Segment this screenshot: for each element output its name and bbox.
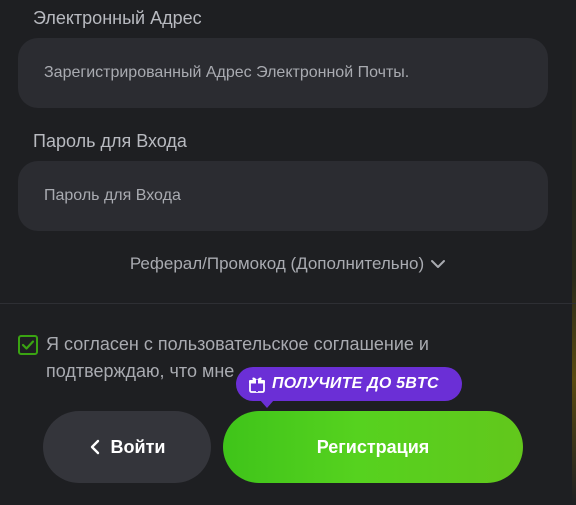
login-button[interactable]: Войти <box>43 411 211 483</box>
gift-icon <box>249 377 265 393</box>
referral-label: Реферал/Промокод (Дополнительно) <box>129 254 425 273</box>
email-field-container[interactable] <box>18 38 548 108</box>
promo-text: ПОЛУЧИТЕ ДО 5BTC <box>272 375 439 392</box>
password-label: Пароль для Входа <box>33 131 187 151</box>
referral-promo-toggle[interactable]: Реферал/Промокод (Дополнительно) <box>0 254 576 274</box>
login-button-label: Войти <box>110 436 166 457</box>
register-button-label: Регистрация <box>316 436 430 457</box>
register-button[interactable]: Регистрация <box>223 411 523 483</box>
check-icon <box>21 340 35 350</box>
chevron-down-icon <box>431 260 446 268</box>
chevron-left-icon <box>90 439 99 455</box>
promo-badge[interactable]: ПОЛУЧИТЕ ДО 5BTC <box>236 367 462 408</box>
divider <box>0 303 576 304</box>
agreement-checkbox[interactable] <box>18 335 38 355</box>
registration-form: Электронный Адрес Пароль для Входа Рефер… <box>0 0 576 505</box>
password-field-container[interactable] <box>18 161 548 231</box>
background-edge <box>572 0 576 505</box>
email-label: Электронный Адрес <box>33 8 202 28</box>
email-field[interactable] <box>44 64 548 82</box>
password-field[interactable] <box>44 187 548 205</box>
